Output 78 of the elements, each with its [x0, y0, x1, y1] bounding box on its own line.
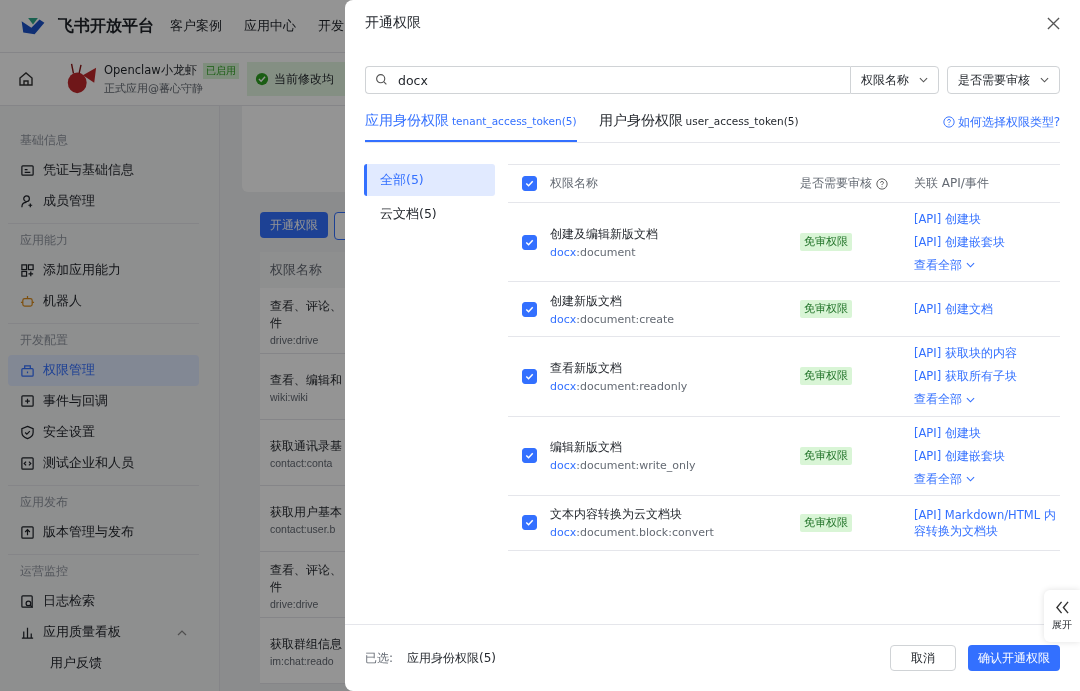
review-badge: 免审权限	[800, 300, 852, 319]
column-header: 权限名称	[550, 176, 598, 190]
permission-name: 获取群组信息	[270, 636, 342, 653]
permission-name: 编辑新版文档	[550, 439, 623, 457]
permission-name: 查看、编辑和	[270, 372, 342, 389]
permission-scope: contact:conta	[270, 457, 333, 469]
category-item[interactable]: 云文档(5)	[364, 198, 495, 230]
sidebar-item[interactable]: 日志检索	[8, 586, 199, 617]
api-link[interactable]: [API] Markdown/HTML 内容转换为文档块	[914, 506, 1060, 539]
view-all-link[interactable]: 查看全部	[914, 257, 1060, 274]
permission-name: 创建新版文档	[550, 292, 623, 310]
permission-scope: contact:user.b	[270, 523, 336, 535]
api-link[interactable]: [API] 创建块	[914, 424, 1060, 441]
review-badge: 免审权限	[800, 233, 852, 252]
filter-dropdown[interactable]: 权限名称	[850, 66, 939, 94]
sidebar-item[interactable]: 成员管理	[8, 186, 199, 217]
sidebar-item[interactable]: 机器人	[8, 286, 199, 317]
sidebar-subitem[interactable]: 用户反馈	[8, 648, 199, 679]
sidebar-item[interactable]: 应用质量看板	[8, 617, 199, 648]
api-link[interactable]: [API] 创建文档	[914, 301, 1060, 318]
nav-link[interactable]: 应用中心	[244, 17, 296, 35]
permission-name: 件	[270, 314, 282, 332]
filter-dropdown[interactable]: 是否需要审核	[947, 66, 1060, 94]
expand-tab[interactable]: 展开	[1044, 590, 1080, 642]
platform-logo-text[interactable]: 飞书开放平台	[58, 15, 154, 37]
cancel-button[interactable]: 取消	[890, 645, 956, 671]
open-permission-button[interactable]: 开通权限	[260, 212, 328, 238]
status-badge: 已启用	[202, 62, 239, 79]
permission-scope: docx:document:write_only	[550, 459, 697, 473]
api-link[interactable]: [API] 创建块	[914, 211, 1060, 228]
sidebar-item[interactable]: 凭证与基础信息	[8, 155, 199, 186]
api-link[interactable]: [API] 获取块的内容	[914, 345, 1060, 362]
review-badge: 免审权限	[800, 513, 852, 532]
permission-scope: wiki:wiki	[270, 391, 308, 403]
api-link[interactable]: [API] 获取所有子块	[914, 368, 1060, 385]
permission-scope: docx:document:readonly	[550, 379, 689, 393]
category-item[interactable]: 全部(5)	[364, 164, 495, 196]
permission-name: 获取用户基本	[270, 504, 342, 521]
drawer-title: 开通权限	[365, 14, 421, 32]
view-all-link[interactable]: 查看全部	[914, 391, 1060, 408]
permission-scope: drive:drive	[270, 597, 319, 610]
review-badge: 免审权限	[800, 446, 852, 465]
permission-scope: drive:drive	[270, 333, 319, 346]
permission-name: 查看、评论、	[270, 297, 342, 315]
sidebar-item[interactable]: 版本管理与发布	[8, 517, 199, 548]
permission-scope: im:chat:reado	[270, 655, 334, 667]
view-all-link[interactable]: 查看全部	[914, 470, 1060, 487]
permission-name: 创建及编辑新版文档	[550, 225, 659, 243]
permission-name: 文本内容转换为云文档块	[550, 506, 683, 524]
permission-name: 件	[270, 578, 282, 596]
tab[interactable]: 应用身份权限 tenant_access_token(5)	[365, 102, 577, 142]
help-link[interactable]: 如何选择权限类型?	[942, 102, 1060, 142]
permission-name: 查看新版文档	[550, 359, 623, 377]
confirm-button[interactable]: 确认开通权限	[968, 645, 1060, 671]
column-header: 是否需要审核	[800, 175, 872, 192]
notice-text: 当前修改均	[273, 71, 334, 87]
selected-label: 已选:	[365, 649, 394, 667]
sidebar-item[interactable]: 测试企业和人员	[8, 448, 199, 479]
app-subtitle: 正式应用@蕃心守静	[104, 80, 204, 96]
tab[interactable]: 用户身份权限 user_access_token(5)	[598, 102, 799, 142]
permission-name: 查看、评论、	[270, 561, 342, 579]
selected-value: 应用身份权限(5)	[407, 649, 497, 667]
app-name: Openclaw小龙虾	[104, 63, 197, 78]
permission-name: 获取通讯录基	[270, 438, 342, 455]
permission-scope: docx:document.block:convert	[550, 526, 715, 540]
review-badge: 免审权限	[800, 367, 852, 386]
section-title: 应用发布	[20, 495, 68, 509]
permission-scope: docx:document:create	[550, 312, 676, 326]
search-field[interactable]: docx	[365, 66, 850, 94]
api-link[interactable]: [API] 创建嵌套块	[914, 447, 1060, 464]
sidebar-item[interactable]: 添加应用能力	[8, 255, 199, 286]
sidebar-item[interactable]: 事件与回调	[8, 386, 199, 417]
column-header: 关联 API/事件	[914, 176, 989, 190]
sidebar-item[interactable]: 安全设置	[8, 417, 199, 448]
nav-link[interactable]: 开发	[318, 17, 344, 35]
nav-link[interactable]: 客户案例	[170, 17, 222, 35]
section-title: 应用能力	[20, 233, 68, 247]
api-link[interactable]: [API] 创建嵌套块	[914, 234, 1060, 251]
